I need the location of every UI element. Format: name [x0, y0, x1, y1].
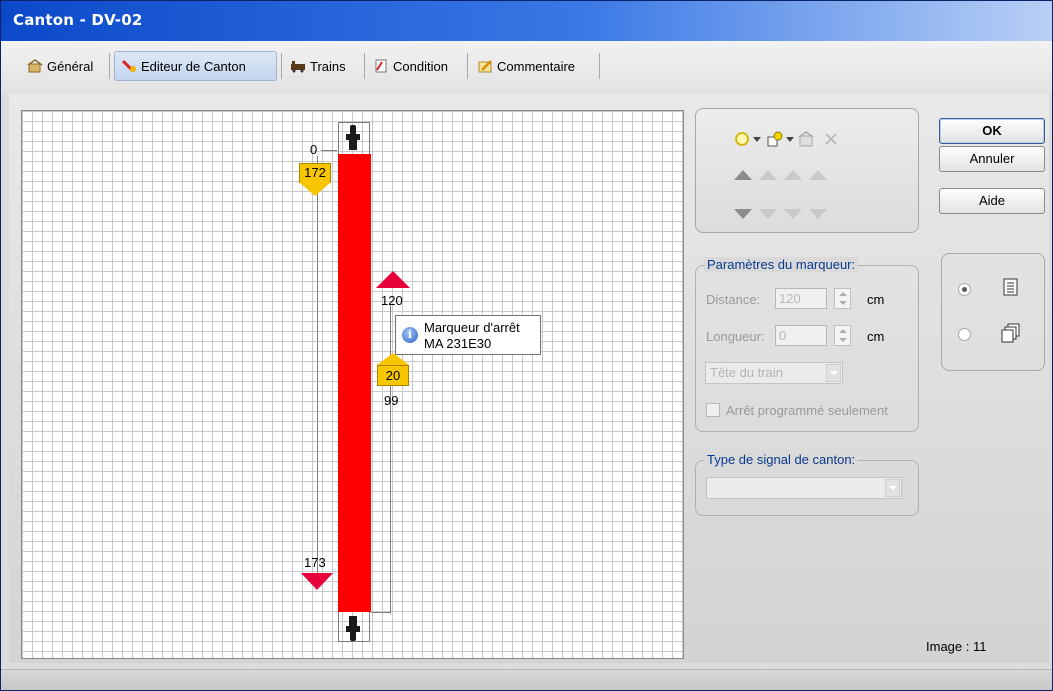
tab-divider	[364, 53, 365, 79]
tool-panel	[695, 108, 919, 233]
length-label: Longueur:	[706, 329, 765, 344]
move-up-arrow-icon[interactable]	[759, 170, 777, 180]
comment-pencil-icon	[478, 60, 492, 73]
length-unit: cm	[867, 329, 885, 344]
move-down-arrow-icon[interactable]	[734, 209, 752, 219]
length-value: 0	[779, 328, 787, 343]
marker-tooltip: i Marqueur d'arrêt MA 231E30	[395, 315, 541, 355]
right-stop-marker[interactable]: 20	[377, 365, 409, 386]
chevron-down-icon	[885, 479, 900, 497]
marker-params-group: Paramètres du marqueur: Distance: 120 cm…	[695, 257, 919, 432]
move-up-arrow-icon[interactable]	[784, 170, 802, 180]
tab-divider	[467, 53, 468, 79]
left-bottom-marker[interactable]	[301, 573, 333, 590]
help-button[interactable]: Aide	[939, 188, 1045, 214]
tab-condition[interactable]: Condition	[367, 51, 465, 81]
top-rail-end-icon	[346, 125, 360, 150]
ok-button[interactable]: OK	[939, 118, 1045, 144]
scheduled-stop-checkbox[interactable]	[706, 403, 720, 417]
bottom-tick	[371, 612, 391, 613]
tab-commentaire-label: Commentaire	[497, 58, 576, 74]
tab-editeur-label: Editeur de Canton	[141, 58, 246, 74]
move-up-arrow-icon[interactable]	[809, 170, 827, 180]
cancel-button[interactable]: Annuler	[939, 146, 1045, 172]
status-bar	[1, 669, 1052, 690]
distance-label: Distance:	[706, 292, 761, 307]
tab-trains-label: Trains	[310, 58, 346, 74]
tab-divider	[599, 53, 600, 79]
canton-block[interactable]	[338, 154, 371, 612]
canton-dialog: Canton - DV-02 Général Editeur de Canton…	[0, 0, 1053, 691]
right-top-marker[interactable]	[376, 271, 410, 288]
delete-x-icon[interactable]	[823, 131, 839, 147]
right-guide-line	[390, 304, 391, 614]
scheduled-stop-label: Arrêt programmé seulement	[726, 403, 888, 418]
image-count-label: Image : 11	[926, 639, 987, 654]
title-bar[interactable]: Canton - DV-02	[1, 1, 1052, 41]
move-down-arrow-icon[interactable]	[759, 209, 777, 219]
tab-general-label: Général	[47, 58, 94, 74]
dropdown-arrow-icon[interactable]	[786, 137, 794, 143]
distance-spinner[interactable]	[834, 288, 851, 309]
tooltip-line2: MA 231E30	[424, 336, 492, 351]
dropdown-arrow-icon[interactable]	[753, 137, 761, 143]
position-select[interactable]: Tête du train	[705, 362, 843, 384]
right-top-label: 120	[381, 293, 403, 308]
signal-type-group: Type de signal de canton:	[695, 452, 919, 516]
distance-unit: cm	[867, 292, 885, 307]
shapes-tool-icon[interactable]	[766, 130, 784, 148]
top-zero-label: 0	[310, 142, 318, 157]
general-tab-icon	[27, 59, 43, 73]
view-options-panel	[941, 253, 1045, 371]
left-guide-line	[317, 156, 318, 584]
left-top-marker[interactable]: 172	[299, 163, 331, 183]
move-down-arrow-icon[interactable]	[809, 209, 827, 219]
window-title: Canton - DV-02	[13, 11, 143, 29]
left-top-marker-value: 172	[304, 165, 326, 180]
tab-trains[interactable]: Trains	[284, 51, 362, 81]
distance-value: 120	[779, 291, 801, 306]
multi-page-icon	[1001, 323, 1020, 343]
move-up-arrow-icon[interactable]	[734, 170, 752, 180]
marker-params-title: Paramètres du marqueur:	[704, 257, 859, 272]
list-view-icon	[1003, 278, 1018, 296]
tab-divider	[109, 53, 110, 79]
canton-editor-tab-icon	[121, 59, 136, 73]
signal-type-title: Type de signal de canton:	[704, 452, 859, 467]
left-top-marker-point	[299, 182, 331, 196]
chevron-down-icon	[826, 364, 841, 382]
condition-icon	[375, 59, 387, 73]
tab-bar: Général Editeur de Canton Trains Conditi…	[1, 41, 1052, 93]
circle-tool-icon[interactable]	[734, 131, 750, 147]
left-bottom-label: 173	[304, 555, 326, 570]
properties-icon[interactable]	[798, 130, 816, 148]
info-icon: i	[402, 327, 418, 343]
tooltip-line1: Marqueur d'arrêt	[424, 320, 520, 335]
multi-view-radio[interactable]	[958, 328, 971, 341]
train-icon	[291, 61, 305, 73]
signal-type-select[interactable]	[706, 477, 902, 499]
position-select-value: Tête du train	[710, 365, 783, 380]
right-stop-marker-value: 20	[385, 368, 401, 383]
list-view-radio[interactable]	[958, 283, 971, 296]
tab-condition-label: Condition	[393, 58, 448, 74]
tab-commentaire[interactable]: Commentaire	[471, 51, 597, 81]
move-down-arrow-icon[interactable]	[784, 209, 802, 219]
bottom-rail-end-icon	[346, 616, 360, 641]
right-bottom-label: 99	[384, 393, 399, 408]
tab-divider	[281, 53, 282, 79]
tab-general[interactable]: Général	[21, 51, 107, 81]
length-input[interactable]: 0	[775, 325, 827, 346]
tab-editeur-de-canton[interactable]: Editeur de Canton	[114, 51, 277, 81]
distance-input[interactable]: 120	[775, 288, 827, 309]
top-tick	[321, 150, 337, 151]
length-spinner[interactable]	[834, 325, 851, 346]
